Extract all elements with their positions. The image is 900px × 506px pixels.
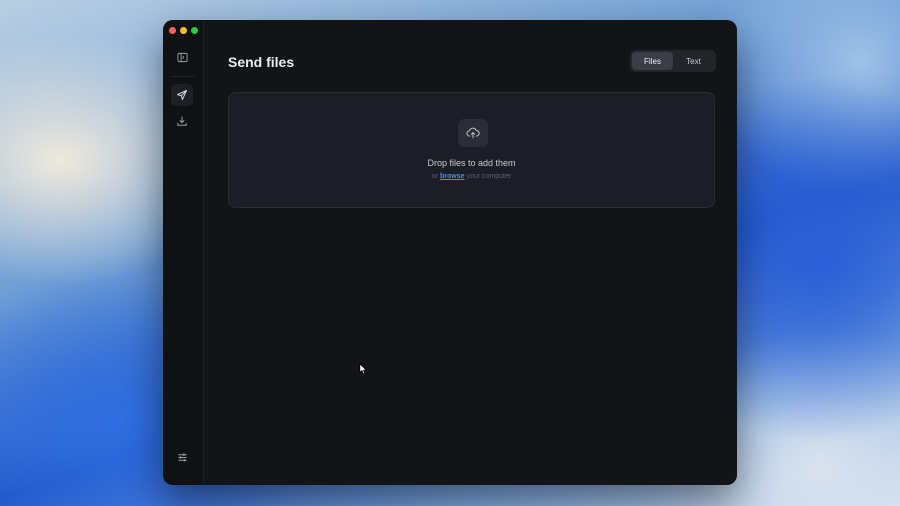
page-title: Send files bbox=[228, 54, 295, 70]
sliders-icon bbox=[177, 452, 187, 462]
dropzone-sub-prefix: or bbox=[431, 173, 439, 180]
main-panel: Send files Files Text Drop files to add … bbox=[204, 20, 737, 485]
sidebar-divider bbox=[171, 76, 195, 77]
mouse-cursor-icon bbox=[359, 363, 367, 375]
dropzone-title: Drop files to add them bbox=[427, 158, 516, 168]
tab-files[interactable]: Files bbox=[632, 52, 673, 70]
close-window-button[interactable] bbox=[169, 27, 176, 34]
sidebar-toggle-button[interactable] bbox=[171, 46, 193, 68]
settings-button[interactable] bbox=[171, 446, 193, 468]
send-icon bbox=[177, 90, 187, 100]
dropzone-subtitle: or browse your computer bbox=[229, 173, 714, 180]
traffic-lights bbox=[169, 27, 198, 34]
app-window: Send files Files Text Drop files to add … bbox=[163, 20, 737, 485]
mode-segmented-control: Files Text bbox=[630, 50, 716, 72]
cloud-upload-icon bbox=[466, 127, 480, 139]
minimize-window-button[interactable] bbox=[180, 27, 187, 34]
browse-link[interactable]: browse bbox=[440, 173, 465, 180]
sidebar-item-receive[interactable] bbox=[171, 110, 193, 132]
sidebar-icon bbox=[176, 52, 188, 62]
tab-text[interactable]: Text bbox=[673, 52, 714, 70]
upload-icon-box bbox=[458, 119, 488, 147]
zoom-window-button[interactable] bbox=[191, 27, 198, 34]
file-dropzone[interactable]: Drop files to add them or browse your co… bbox=[228, 92, 715, 208]
dropzone-sub-suffix: your computer bbox=[466, 173, 512, 180]
download-icon bbox=[177, 116, 187, 126]
sidebar-item-send[interactable] bbox=[171, 84, 193, 106]
sidebar bbox=[163, 20, 204, 485]
